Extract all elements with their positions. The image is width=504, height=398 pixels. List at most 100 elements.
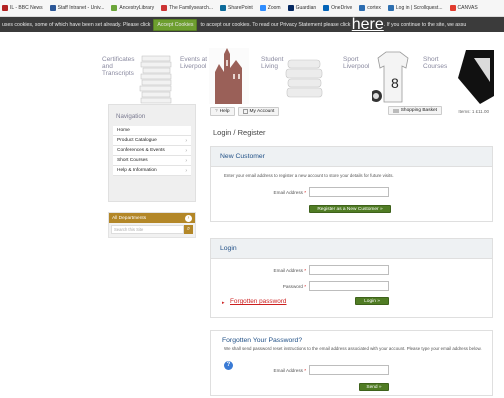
bookmark-label: Log in | Scrollquest... [395,5,443,11]
bookmark-item[interactable]: Guardian [287,5,316,11]
nav-item-label: Short Courses [117,158,148,163]
banner-student-living-link[interactable]: Student Living [261,56,283,70]
reset-email-field[interactable] [309,365,389,375]
bookmark-item[interactable]: Staff Intranet - Univ... [49,5,105,11]
bookmark-favicon-icon [220,5,227,11]
banner-line: Student [261,56,284,63]
nav-item-label: Product Catalogue [117,138,157,143]
bookmark-item[interactable]: IL - BBC News [2,5,43,11]
bookmark-label: cortex [367,5,381,11]
basket-icon [392,108,399,113]
search-input[interactable]: Search this Site [111,225,184,234]
bookmark-favicon-icon [323,5,330,11]
shopping-basket-button[interactable]: Shopping Basket [387,106,442,115]
bookmark-item[interactable]: Zoom [259,5,281,11]
banner-line: Liverpool [180,63,207,70]
login-password-row: Password * [246,281,389,291]
chevron-right-icon: › [185,147,187,154]
new-customer-text: Enter your email address to register a n… [224,173,394,178]
register-email-field[interactable] [309,187,389,197]
password-label: Password * [282,283,306,289]
my-account-button[interactable]: My Account [237,106,280,116]
nav-item-product-catalogue[interactable]: Product Catalogue › [113,136,191,146]
nav-item-label: Home [117,128,130,133]
banner-sport-link[interactable]: Sport Liverpool [343,56,369,70]
send-button[interactable]: Send » [359,383,389,391]
email-label: Email Address * [273,367,306,373]
help-icon: ? [215,108,218,114]
bookmark-label: SharePoint [228,5,253,11]
page-title: Login / Register [213,128,266,137]
bookmark-favicon-icon [49,5,56,11]
privacy-link[interactable]: here [352,17,384,32]
banner-line: Liverpool [343,63,370,70]
login-heading: Login [211,239,492,259]
nav-item-home[interactable]: Home [113,126,191,136]
sport-shirt-image: 8 [372,51,409,103]
nav-item-label: Help & Information [117,168,157,173]
basket-summary: Items: 1 £11.00 [458,109,489,114]
cookie-banner: uses cookies, some of which have been se… [0,17,504,32]
bookmark-label: The Familysearch... [169,5,214,11]
password-field[interactable] [309,281,389,291]
departments-panel: All Departments › Search this Site ⌕ [108,212,196,238]
bookmark-item[interactable]: OneDrive [323,5,352,11]
banner-line: Living [261,63,278,70]
nav-item-label: Conferences & Events [117,148,165,153]
banner-short-courses-link[interactable]: Short Courses [423,56,447,70]
banner-line: Transcripts [102,70,134,77]
bookmark-item[interactable]: Log in | Scrollquest... [387,5,443,11]
login-button[interactable]: Login » [355,297,389,305]
bookmark-item[interactable]: AncestryLibrary [111,5,154,11]
nav-item-short-courses[interactable]: Short Courses › [113,156,191,166]
svg-text:8: 8 [391,75,399,91]
bookmark-favicon-icon [449,5,456,11]
bookmark-label: Staff Intranet - Univ... [57,5,105,11]
banner-line: Short [423,56,439,63]
search-button[interactable]: ⌕ [184,225,193,234]
bookmark-label: Zoom [267,5,281,11]
cookie-text-after: . If you continue to the site, we assu [383,21,467,28]
nav-item-help-information[interactable]: Help & Information › [113,166,191,176]
banner-line: Sport [343,56,359,63]
bookmark-favicon-icon [387,5,394,11]
departments-title: All Departments [112,215,147,221]
bookmark-favicon-icon [259,5,266,11]
account-icon [242,108,248,114]
bookmark-label: IL - BBC News [10,5,43,11]
new-customer-heading: New Customer [211,147,492,167]
left-column: Navigation Home Product Catalogue › Conf… [108,104,196,238]
login-panel: Login Email Address * Password * ▸ Forgo… [210,238,493,318]
navigation-title: Navigation [116,113,146,120]
bookmark-favicon-icon [287,5,294,11]
cathedral-image [209,48,249,104]
accept-cookies-button[interactable]: Accept Cookies [153,18,198,31]
bookmark-favicon-icon [111,5,118,11]
help-button[interactable]: ? Help [210,106,235,116]
toolbar: ? Help My Account Shopping Basket Items:… [210,104,493,118]
bookmark-item[interactable]: CANVAS [449,5,478,11]
navigation-panel: Navigation Home Product Catalogue › Conf… [108,104,196,202]
bookmark-item[interactable]: The Familysearch... [161,5,213,11]
site-search: Search this Site ⌕ [111,225,193,234]
banner-events-link[interactable]: Events at Liverpool [180,56,207,70]
bookmark-item[interactable]: SharePoint [220,5,253,11]
bookmark-item[interactable]: cortex [359,5,381,11]
forgotten-password-link[interactable]: Forgotten password [230,298,286,305]
nav-item-conferences-events[interactable]: Conferences & Events › [113,146,191,156]
short-courses-image [458,50,494,104]
forgotten-password-text: We shall send password reset instruction… [224,346,482,351]
banner-line: Certificates [102,56,135,63]
forgot-email-row: Email Address * [246,365,389,375]
category-banner: Certificates and Transcripts Events at L… [96,48,494,104]
banner-certificates-link[interactable]: Certificates and Transcripts [102,56,135,77]
login-email-field[interactable] [309,265,389,275]
main-content: ? Help My Account Shopping Basket Items:… [210,104,493,396]
question-icon: ? [224,361,233,370]
register-button[interactable]: Register as a New Customer » [309,205,391,213]
bedding-image [285,59,323,98]
banner-line: Courses [423,63,448,70]
bookmark-label: OneDrive [331,5,353,11]
help-label: Help [219,108,230,114]
all-departments-toggle[interactable]: All Departments › [109,213,195,223]
